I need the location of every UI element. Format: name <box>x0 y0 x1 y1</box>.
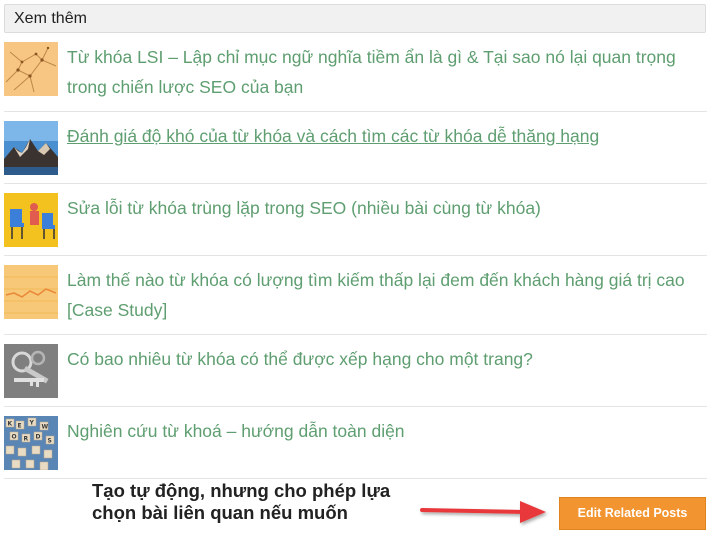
post-link-6[interactable]: Nghiên cứu từ khoá – hướng dẫn toàn diện <box>67 416 705 446</box>
post-link-2[interactable]: Đánh giá độ khó của từ khóa và cách tìm … <box>67 121 705 151</box>
edit-related-posts-button[interactable]: Edit Related Posts <box>559 497 706 530</box>
related-posts-list: Từ khóa LSI – Lập chỉ mục ngữ nghĩa tiềm… <box>4 40 707 479</box>
related-posts-header: Xem thêm <box>4 4 706 33</box>
chairs-thumbnail[interactable] <box>4 193 58 247</box>
svg-text:R: R <box>24 436 29 443</box>
network-thumbnail[interactable] <box>4 42 58 96</box>
svg-text:D: D <box>36 434 41 441</box>
keys-thumbnail[interactable] <box>4 344 58 398</box>
post-link-4[interactable]: Làm thế nào từ khóa có lượng tìm kiếm th… <box>67 265 705 325</box>
svg-text:W: W <box>42 424 49 431</box>
arrow-right-icon <box>416 494 550 535</box>
mountain-thumbnail[interactable] <box>4 121 58 175</box>
list-item: Sửa lỗi từ khóa trùng lặp trong SEO (nhi… <box>4 184 707 256</box>
post-link-5[interactable]: Có bao nhiêu từ khóa có thể được xếp hạn… <box>67 344 705 374</box>
svg-text:E: E <box>18 423 22 430</box>
related-posts-title: Xem thêm <box>14 10 87 27</box>
post-link-3[interactable]: Sửa lỗi từ khóa trùng lặp trong SEO (nhi… <box>67 193 705 223</box>
list-item: Có bao nhiêu từ khóa có thể được xếp hạn… <box>4 335 707 407</box>
list-item: Đánh giá độ khó của từ khóa và cách tìm … <box>4 112 707 184</box>
annotation-note: Tạo tự động, nhưng cho phép lựa chọn bài… <box>92 480 391 523</box>
list-item: Làm thế nào từ khóa có lượng tìm kiếm th… <box>4 256 707 335</box>
chart-thumbnail[interactable] <box>4 265 58 319</box>
svg-text:O: O <box>12 434 17 441</box>
list-item: Từ khóa LSI – Lập chỉ mục ngữ nghĩa tiềm… <box>4 40 707 112</box>
letter-tiles-thumbnail[interactable]: KE YW OR DS <box>4 416 58 470</box>
svg-text:K: K <box>8 421 13 428</box>
svg-text:S: S <box>48 438 52 445</box>
post-link-1[interactable]: Từ khóa LSI – Lập chỉ mục ngữ nghĩa tiềm… <box>67 42 705 102</box>
svg-text:Y: Y <box>29 420 35 427</box>
list-item: KE YW OR DS Nghiên cứu từ khoá – hướng d… <box>4 407 707 479</box>
